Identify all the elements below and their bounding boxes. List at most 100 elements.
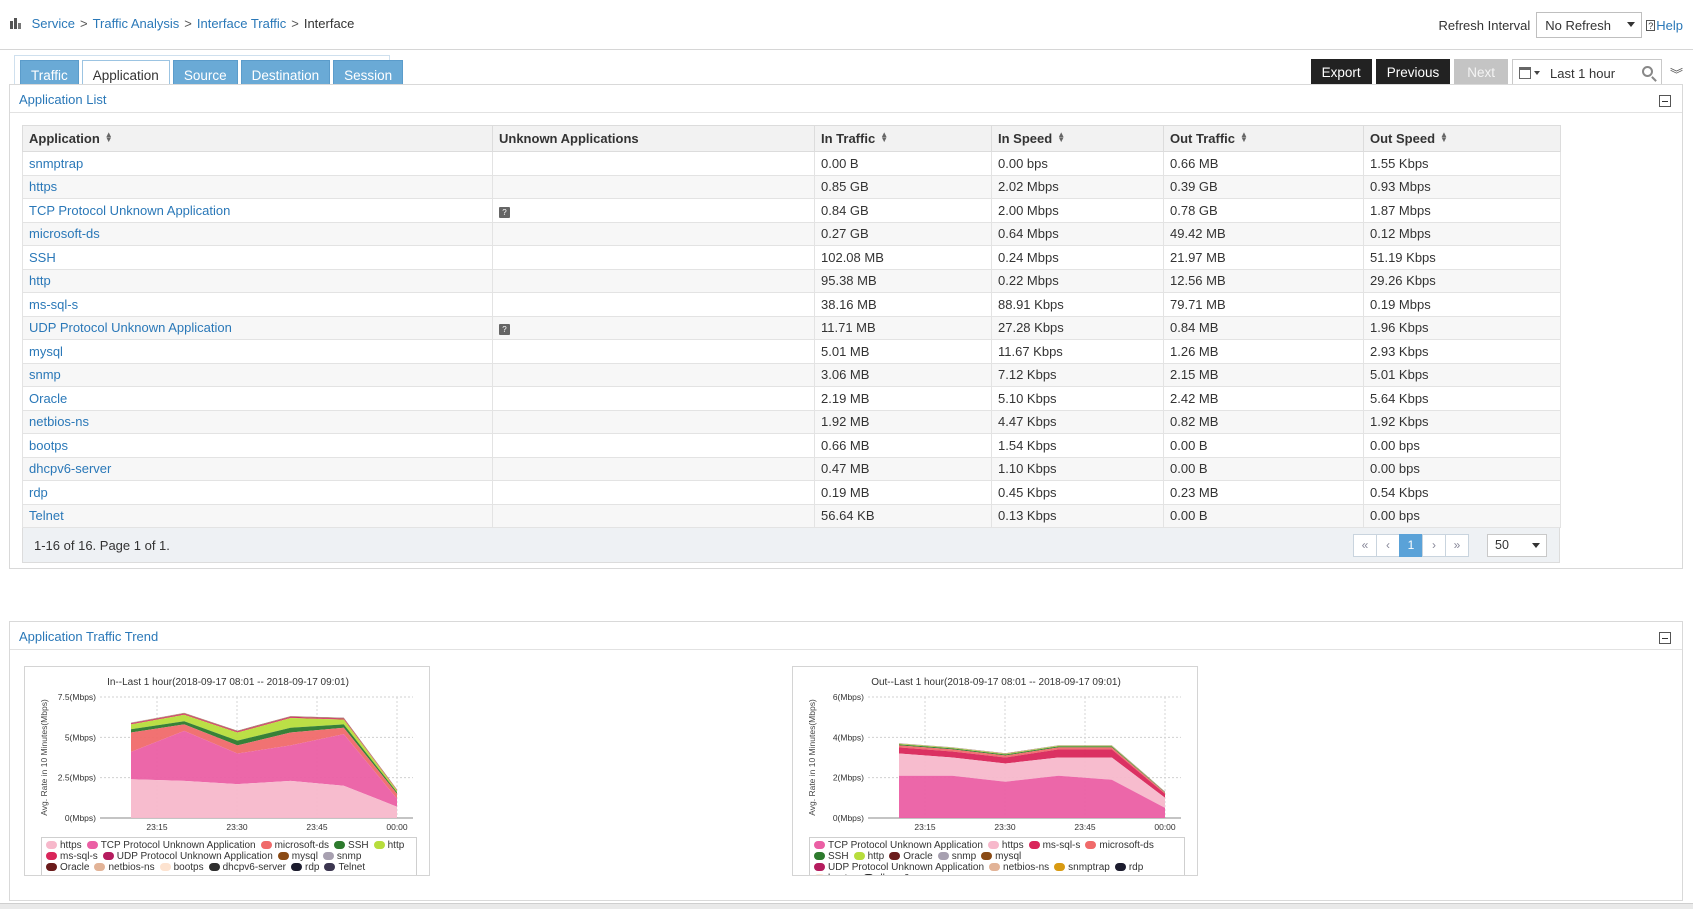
cell-application[interactable]: bootps [22, 433, 493, 458]
next-page-button[interactable]: › [1422, 534, 1446, 557]
legend-label: Telnet [338, 862, 366, 873]
previous-page-button[interactable]: ‹ [1376, 534, 1400, 557]
cell-in-speed: 1.10 Kbps [991, 456, 1164, 481]
cell-application[interactable]: UDP Protocol Unknown Application [22, 315, 493, 340]
legend-item[interactable]: TCP Protocol Unknown Application [814, 840, 983, 851]
legend-swatch [46, 852, 57, 860]
cell-application[interactable]: snmp [22, 362, 493, 387]
cell-out-speed: 5.64 Kbps [1363, 386, 1561, 411]
legend-item[interactable]: netbios-ns [989, 862, 1049, 873]
legend-item[interactable]: mysql [277, 851, 318, 862]
first-page-button[interactable]: « [1353, 534, 1377, 557]
legend-item[interactable]: http [373, 840, 404, 851]
legend-item[interactable]: microsoft-ds [260, 840, 329, 851]
current-page-button[interactable]: 1 [1399, 534, 1423, 557]
help-link[interactable]: ? Help [1646, 18, 1683, 33]
legend-item[interactable]: Telnet [324, 862, 365, 873]
legend-item[interactable]: https [46, 840, 82, 851]
expand-more-icon[interactable]: ︾ [1670, 64, 1683, 83]
legend-item[interactable]: snmptrap [1054, 862, 1110, 873]
column-header-out-traffic[interactable]: Out Traffic ▲ ▼ [1163, 125, 1364, 152]
cell-in-speed: 11.67 Kbps [991, 339, 1164, 364]
cell-unknown-applications [492, 503, 815, 528]
breadcrumb-traffic-analysis[interactable]: Traffic Analysis [93, 16, 180, 31]
table-header-row: Application ▲ ▼ Unknown Applications In Tr… [22, 125, 1561, 152]
last-page-button[interactable]: » [1445, 534, 1469, 557]
legend-item[interactable]: UDP Protocol Unknown Application [102, 851, 273, 862]
cell-application[interactable]: Telnet [22, 503, 493, 528]
cell-application[interactable]: rdp [22, 480, 493, 505]
legend-item[interactable]: snmp [937, 851, 976, 862]
cell-out-speed: 0.00 bps [1363, 456, 1561, 481]
breadcrumb-interface-traffic[interactable]: Interface Traffic [197, 16, 286, 31]
search-icon[interactable] [1641, 66, 1653, 77]
legend-item[interactable]: snmp [322, 851, 361, 862]
chart-legend: https TCP Protocol Unknown Application mic… [41, 837, 417, 875]
previous-button[interactable]: Previous [1375, 59, 1451, 87]
collapse-icon[interactable] [1659, 632, 1671, 644]
legend-item[interactable]: https [987, 840, 1024, 851]
legend-item[interactable]: SSH [334, 840, 369, 851]
cell-application[interactable]: SSH [22, 245, 493, 270]
cell-unknown-applications [492, 292, 815, 317]
next-button[interactable]: Next [1454, 59, 1508, 87]
cell-application[interactable]: https [22, 174, 493, 199]
cell-application[interactable]: http [22, 268, 493, 293]
collapse-icon[interactable] [1659, 95, 1671, 107]
legend-item[interactable]: dhcpv6-server [208, 862, 286, 873]
cell-in-speed: 5.10 Kbps [991, 386, 1164, 411]
cell-application[interactable]: TCP Protocol Unknown Application [22, 198, 493, 223]
legend-label: https [60, 840, 82, 851]
unknown-app-info-icon[interactable]: ? [499, 206, 510, 218]
legend-item[interactable]: Oracle [889, 851, 933, 862]
legend-item[interactable]: bootps [159, 862, 204, 873]
legend-item[interactable]: SSH [814, 851, 849, 862]
legend-swatch [989, 863, 1001, 871]
cell-application[interactable]: ms-sql-s [22, 292, 493, 317]
x-tick-label: 23:45 [306, 822, 328, 832]
panel-title: Application Traffic Trend [19, 629, 159, 644]
time-range-select[interactable]: Last 1 hour [1511, 59, 1662, 87]
legend-swatch [937, 852, 949, 860]
legend-item[interactable]: TCP Protocol Unknown Application [86, 840, 256, 851]
cell-in-speed: 27.28 Kbps [991, 315, 1164, 340]
cell-in-traffic: 38.16 MB [814, 292, 992, 317]
cell-application[interactable]: dhcpv6-server [22, 456, 493, 481]
help-label: Help [1656, 17, 1683, 33]
export-button[interactable]: Export [1310, 59, 1372, 87]
legend-item[interactable]: dhcpv6-server [863, 873, 940, 875]
cell-application[interactable]: Oracle [22, 386, 493, 411]
legend-swatch [290, 863, 302, 871]
column-header-in-speed[interactable]: In Speed ▲ ▼ [991, 125, 1164, 152]
legend-item[interactable]: mysql [981, 851, 1021, 862]
page-size-select[interactable]: 50 [1487, 534, 1547, 557]
legend-item[interactable]: Oracle [46, 862, 89, 873]
unknown-app-info-icon[interactable]: ? [499, 324, 510, 336]
refresh-interval-select[interactable]: No Refresh [1536, 12, 1643, 38]
column-header-out-speed[interactable]: Out Speed ▲ ▼ [1363, 125, 1561, 152]
cell-application[interactable]: netbios-ns [22, 409, 493, 434]
cell-application[interactable]: mysql [22, 339, 493, 364]
breadcrumb-separator: > [184, 16, 192, 31]
legend-item[interactable]: netbios-ns [94, 862, 155, 873]
column-header-in-traffic[interactable]: In Traffic ▲ ▼ [814, 125, 992, 152]
bottom-scrollbar[interactable] [0, 903, 1693, 909]
breadcrumb-service[interactable]: Service [32, 16, 75, 31]
legend-item[interactable]: ms-sql-s [46, 851, 98, 862]
legend-swatch [324, 863, 336, 871]
column-header-application[interactable]: Application ▲ ▼ [22, 125, 493, 152]
cell-application[interactable]: microsoft-ds [22, 221, 493, 246]
cell-in-speed: 0.22 Mbps [991, 268, 1164, 293]
cell-in-traffic: 102.08 MB [814, 245, 992, 270]
legend-item[interactable]: bootps [814, 873, 858, 875]
legend-item[interactable]: microsoft-ds [1085, 840, 1154, 851]
legend-item[interactable]: ms-sql-s [1028, 840, 1080, 851]
cell-unknown-applications [492, 151, 815, 176]
legend-item[interactable]: rdp [290, 862, 319, 873]
cell-out-traffic: 0.00 B [1163, 456, 1364, 481]
legend-item[interactable]: UDP Protocol Unknown Application [814, 862, 984, 873]
cell-application[interactable]: snmptrap [22, 151, 493, 176]
breadcrumb-separator: > [291, 16, 299, 31]
legend-item[interactable]: http [853, 851, 884, 862]
legend-item[interactable]: rdp [1114, 862, 1143, 873]
